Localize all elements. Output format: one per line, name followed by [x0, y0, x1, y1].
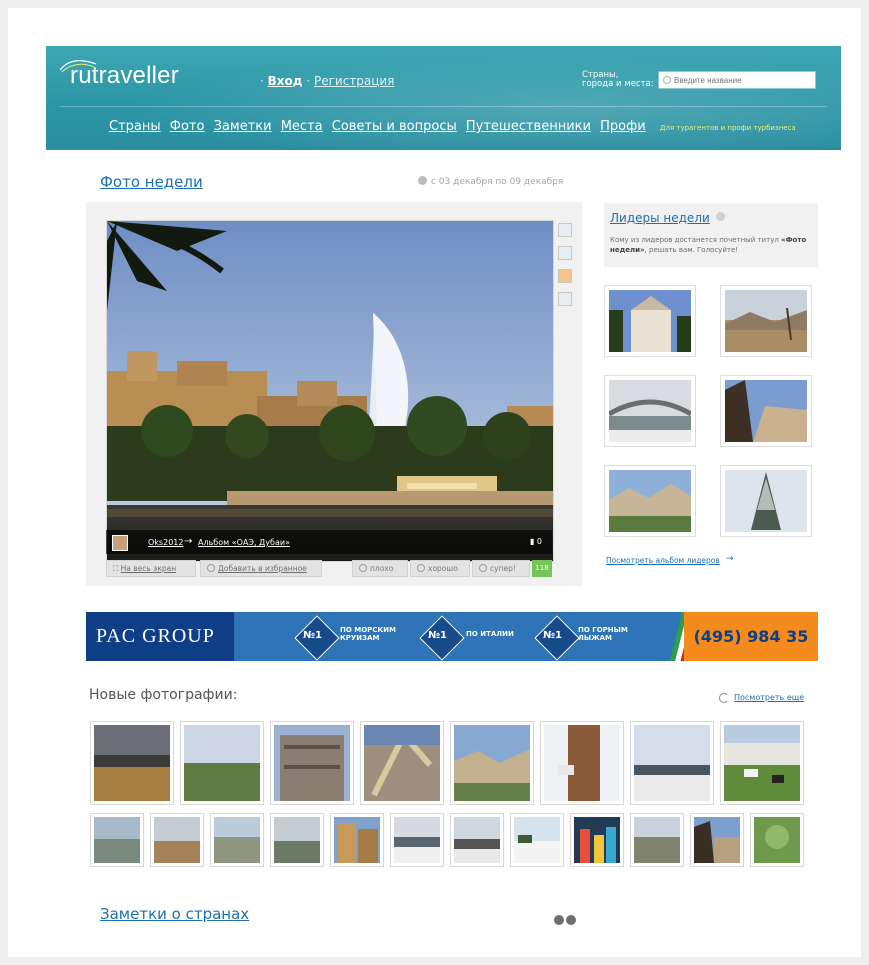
- banner-phone: (495) 984 35 16: [684, 612, 818, 661]
- search-input[interactable]: [674, 73, 812, 87]
- leaders-title[interactable]: Лидеры недели: [610, 211, 710, 225]
- nav-travellers[interactable]: Путешественники: [466, 119, 591, 134]
- nav-places[interactable]: Места: [281, 119, 323, 134]
- facebook-share-icon[interactable]: [558, 223, 572, 237]
- leaders-album-link[interactable]: Посмотреть альбом лидеров: [606, 556, 720, 565]
- search-icon: [663, 76, 671, 84]
- pager-prev-icon[interactable]: [554, 915, 564, 925]
- leader-photo-5[interactable]: [604, 465, 696, 537]
- badge-ski-text: ПО ГОРНЫМ ЛЫЖАМ: [578, 626, 628, 642]
- fullscreen-button[interactable]: ⛶ На весь экран: [106, 560, 196, 577]
- leader-photo-3[interactable]: [604, 375, 696, 447]
- nav-promo-link[interactable]: Для турагентов и профи турбизнеса: [660, 124, 796, 132]
- badge-no1-1: №1: [303, 630, 322, 641]
- new-photo-thumb-small[interactable]: [210, 813, 264, 867]
- badge-no1-3: №1: [543, 630, 562, 641]
- vote-bad-radio-icon: [359, 564, 367, 572]
- site-logo[interactable]: rutraveller: [70, 62, 179, 90]
- clock-icon: [418, 176, 427, 185]
- new-photo-thumb[interactable]: [720, 721, 804, 805]
- new-photo-thumb-small[interactable]: [90, 813, 144, 867]
- pac-group-banner[interactable]: PAC GROUP №1 ПО МОРСКИМ КРУИЗАМ №1 ПО ИТ…: [86, 612, 818, 661]
- banner-brand: PAC GROUP: [96, 625, 215, 647]
- refresh-icon: [719, 693, 729, 703]
- share-buttons: [558, 223, 572, 315]
- favorite-radio-icon: [207, 564, 215, 572]
- new-photo-thumb[interactable]: [630, 721, 714, 805]
- new-photo-thumb-small[interactable]: [390, 813, 444, 867]
- pager-next-icon[interactable]: [566, 915, 576, 925]
- vote-super-radio-icon: [479, 564, 487, 572]
- comment-count[interactable]: ▮ 0: [530, 537, 542, 546]
- new-photo-thumb-small[interactable]: [450, 813, 504, 867]
- fullscreen-icon: ⛶: [113, 564, 119, 573]
- country-notes-title[interactable]: Заметки о странах: [100, 905, 249, 923]
- new-photos-title: Новые фотографии:: [89, 687, 238, 703]
- auth-separator: ·: [260, 74, 264, 88]
- auth-links: · Вход · Регистрация: [260, 74, 394, 88]
- search-label: Страны, города и места:: [582, 70, 654, 89]
- info-icon[interactable]: [716, 212, 725, 221]
- login-link[interactable]: Вход: [268, 74, 303, 88]
- twitter-share-icon[interactable]: [558, 246, 572, 260]
- new-photo-thumb[interactable]: [360, 721, 444, 805]
- badge-no1-2: №1: [428, 630, 447, 641]
- new-photo-thumb[interactable]: [270, 721, 354, 805]
- odnoklassniki-share-icon[interactable]: [558, 269, 572, 283]
- leader-photo-2[interactable]: [720, 285, 812, 357]
- new-photo-thumb[interactable]: [450, 721, 534, 805]
- register-link[interactable]: Регистрация: [314, 74, 394, 88]
- main-nav: Страны Фото Заметки Места Советы и вопро…: [109, 119, 651, 134]
- arrow-right-icon: →: [726, 554, 734, 564]
- vote-good-radio-icon: [417, 564, 425, 572]
- new-photo-thumb[interactable]: [540, 721, 624, 805]
- email-share-icon[interactable]: [558, 292, 572, 306]
- badge-italy-text: ПО ИТАЛИИ: [466, 630, 514, 638]
- album-link[interactable]: Альбом «ОАЭ, Дубаи»: [198, 538, 290, 547]
- notes-pager: [554, 910, 578, 929]
- search-box: [658, 71, 816, 89]
- photo-week-image[interactable]: [106, 220, 554, 562]
- author-avatar[interactable]: [112, 535, 128, 551]
- leaders-description: Кому из лидеров достанется почетный титу…: [610, 236, 807, 254]
- vote-bad-button[interactable]: плохо: [352, 560, 408, 577]
- new-photo-thumb-small[interactable]: [270, 813, 324, 867]
- new-photo-thumb-small[interactable]: [630, 813, 684, 867]
- new-photo-thumb-small[interactable]: [570, 813, 624, 867]
- page: rutraveller · Вход · Регистрация Страны,…: [8, 8, 861, 957]
- photo-week-title[interactable]: Фото недели: [100, 173, 203, 191]
- meta-arrow: →: [184, 536, 193, 547]
- new-photo-thumb[interactable]: [90, 721, 174, 805]
- author-link[interactable]: Oks2012: [148, 538, 183, 547]
- leader-photo-6[interactable]: [720, 465, 812, 537]
- add-favorite-button[interactable]: Добавить в избранное: [200, 560, 322, 577]
- new-photo-thumb-small[interactable]: [750, 813, 804, 867]
- leader-photo-4[interactable]: [720, 375, 812, 447]
- new-photo-thumb-small[interactable]: [690, 813, 744, 867]
- leader-photo-1[interactable]: [604, 285, 696, 357]
- nav-photos[interactable]: Фото: [170, 119, 205, 134]
- new-photo-thumb-small[interactable]: [330, 813, 384, 867]
- nav-pro[interactable]: Профи: [600, 119, 646, 134]
- more-photos-link[interactable]: Посмотреть еще: [734, 693, 804, 702]
- photo-toolbar: ⛶ На весь экран Добавить в избранное пло…: [106, 560, 552, 578]
- vote-super-button[interactable]: супер!: [472, 560, 530, 577]
- header-divider: [60, 106, 827, 107]
- nav-tips[interactable]: Советы и вопросы: [332, 119, 457, 134]
- photo-week-date: с 03 декабря по 09 декабря: [418, 176, 563, 187]
- new-photo-thumb[interactable]: [180, 721, 264, 805]
- nav-notes[interactable]: Заметки: [214, 119, 272, 134]
- vote-good-button[interactable]: хорошо: [410, 560, 470, 577]
- site-header: rutraveller · Вход · Регистрация Страны,…: [46, 46, 841, 150]
- photo-meta-bar: Oks2012 → Альбом «ОАЭ, Дубаи» ▮ 0: [106, 530, 552, 554]
- vote-score-badge: 118: [532, 560, 552, 577]
- burj-al-arab-photo: [107, 221, 553, 561]
- new-photo-thumb-small[interactable]: [150, 813, 204, 867]
- new-photo-thumb-small[interactable]: [510, 813, 564, 867]
- badge-cruise-text: ПО МОРСКИМ КРУИЗАМ: [340, 626, 396, 642]
- nav-countries[interactable]: Страны: [109, 119, 161, 134]
- auth-separator-2: ·: [306, 74, 311, 88]
